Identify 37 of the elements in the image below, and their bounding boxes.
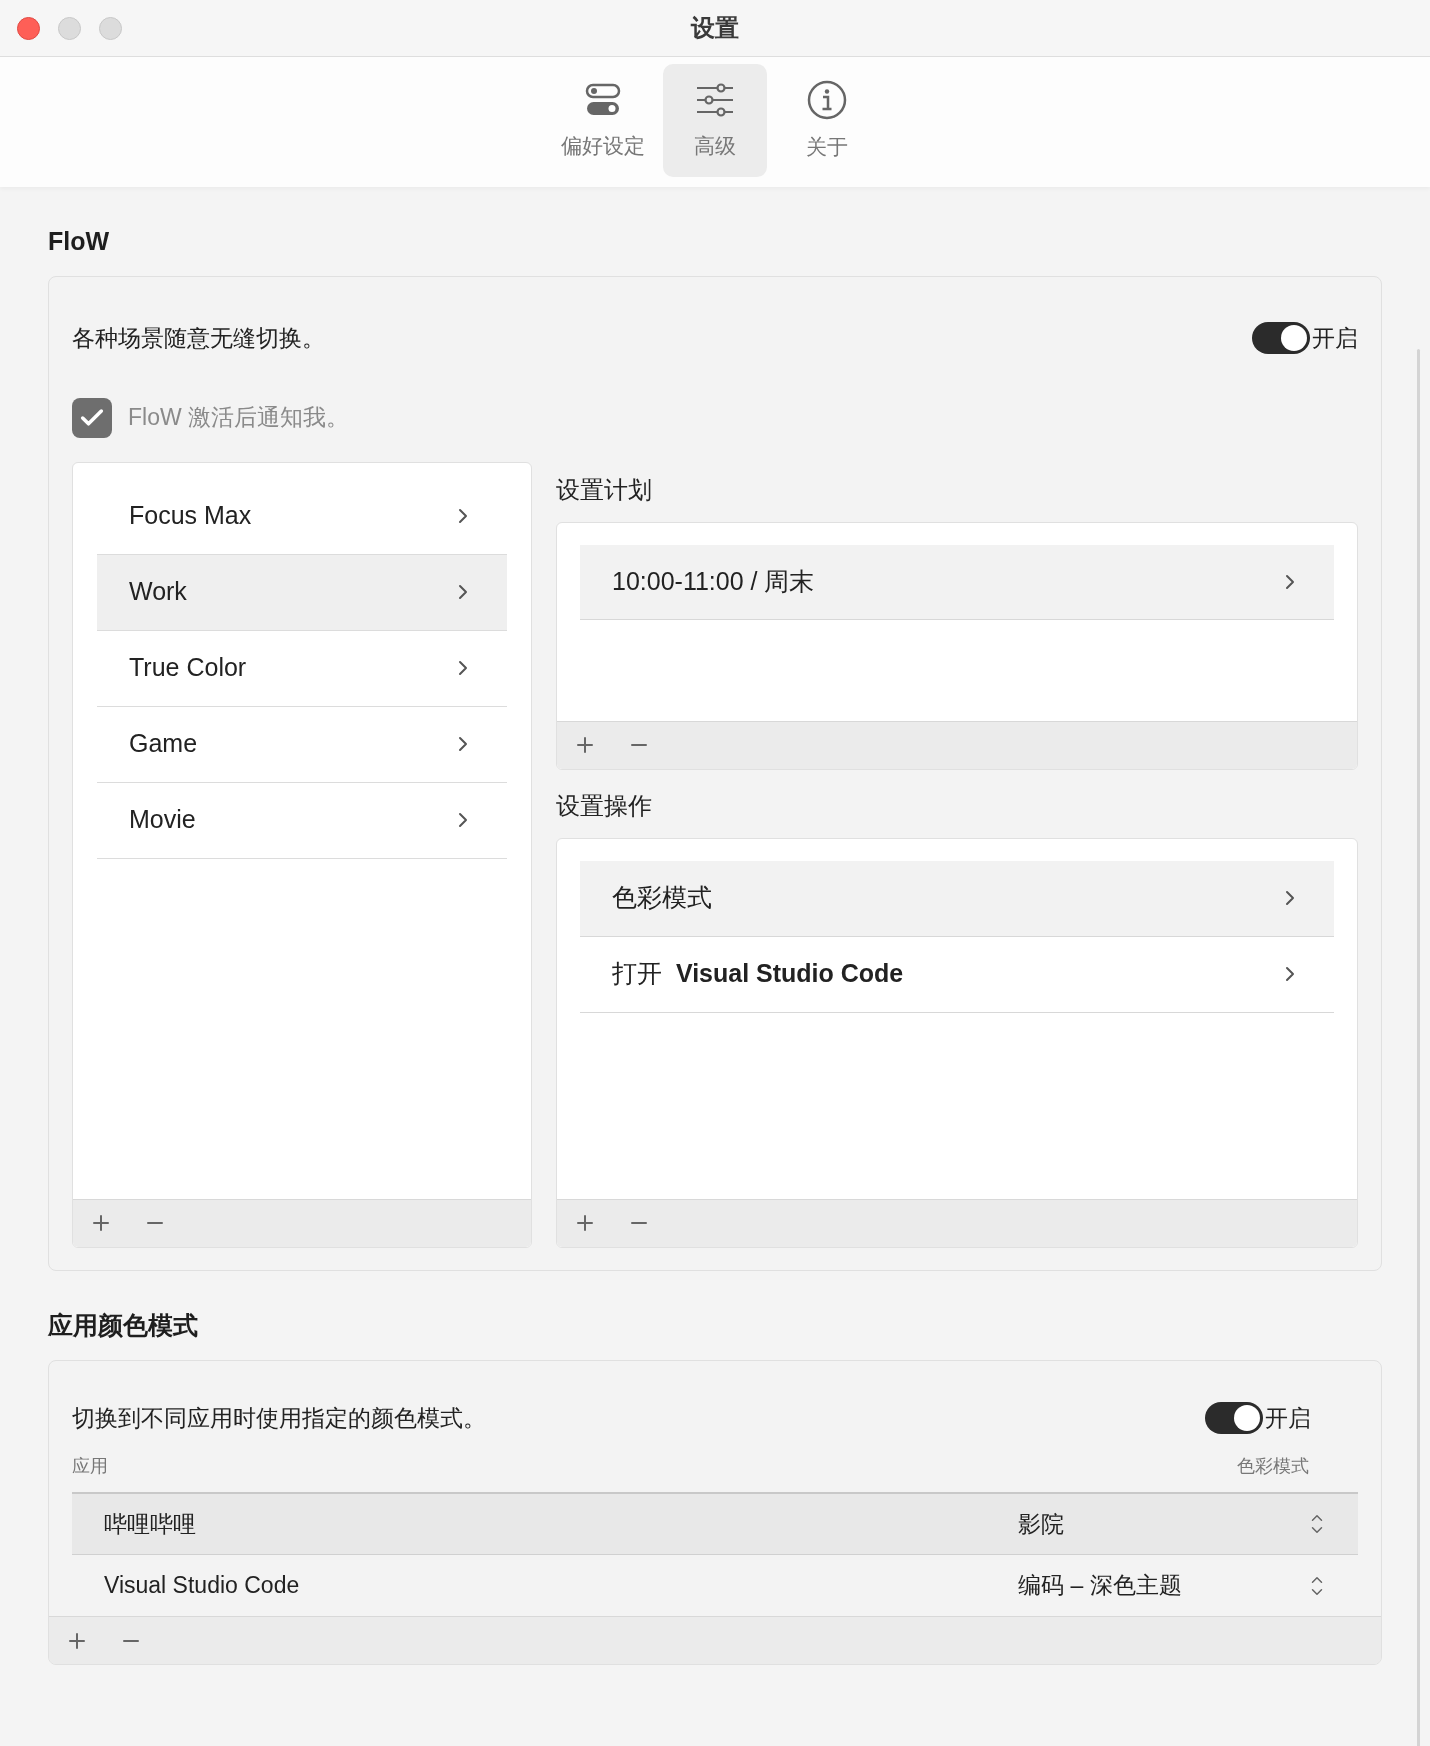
checkbox-label: FloW 激活后通知我。	[128, 403, 350, 433]
table-row[interactable]: Visual Studio Code 编码 – 深色主题	[72, 1555, 1358, 1616]
table-row[interactable]: 哔哩哔哩 影院	[72, 1494, 1358, 1555]
section-heading: FloW	[48, 229, 111, 254]
scene-item[interactable]: Game	[97, 706, 507, 783]
action-item[interactable]: 打开 Visual Studio Code	[580, 936, 1334, 1013]
column-header: 应用	[72, 1455, 108, 1478]
toggle-label: 开启	[1312, 324, 1358, 353]
toolbar-tab[interactable]: 偏好设定	[551, 64, 655, 177]
window-title: 设置	[691, 13, 739, 43]
scene-item[interactable]: True Color	[97, 630, 507, 707]
scene-item[interactable]: Movie	[97, 782, 507, 859]
checkbox[interactable]	[72, 397, 112, 438]
tab-label: 关于	[806, 133, 848, 160]
close-button[interactable]	[17, 16, 40, 40]
table-cell-text: Visual Studio Code	[104, 1571, 301, 1601]
toolbar-tab[interactable]: 关于	[775, 64, 879, 177]
section-heading: 应用颜色模式	[48, 1312, 199, 1338]
action-item[interactable]: 色彩模式	[580, 860, 1334, 937]
subsection-heading: 设置操作	[556, 793, 653, 818]
subsection-heading: 设置计划	[556, 477, 653, 502]
scene-item[interactable]: Work	[97, 554, 507, 631]
column-header: 色彩模式	[1237, 1455, 1309, 1478]
description-text: 切换到不同应用时使用指定的颜色模式。	[72, 1403, 486, 1433]
table-cell-text: 编码 – 深色主题	[1018, 1571, 1183, 1601]
toolbar-tab[interactable]: 高级	[663, 64, 767, 177]
toggle-switch[interactable]	[1252, 322, 1310, 355]
toggle-switch[interactable]	[1205, 1401, 1263, 1434]
tab-label: 高级	[694, 132, 736, 159]
toggle-label: 开启	[1265, 1403, 1311, 1433]
table-cell-text: 影院	[1018, 1509, 1065, 1539]
table-cell-text: 哔哩哔哩	[104, 1509, 197, 1539]
scene-item[interactable]: Focus Max	[97, 478, 507, 555]
schedule-item[interactable]: 10:00-11:00 / 周末	[580, 544, 1334, 620]
info-icon	[806, 78, 848, 121]
description-text: 各种场景随意无缝切换。	[72, 324, 325, 353]
tab-label: 偏好设定	[561, 132, 645, 159]
